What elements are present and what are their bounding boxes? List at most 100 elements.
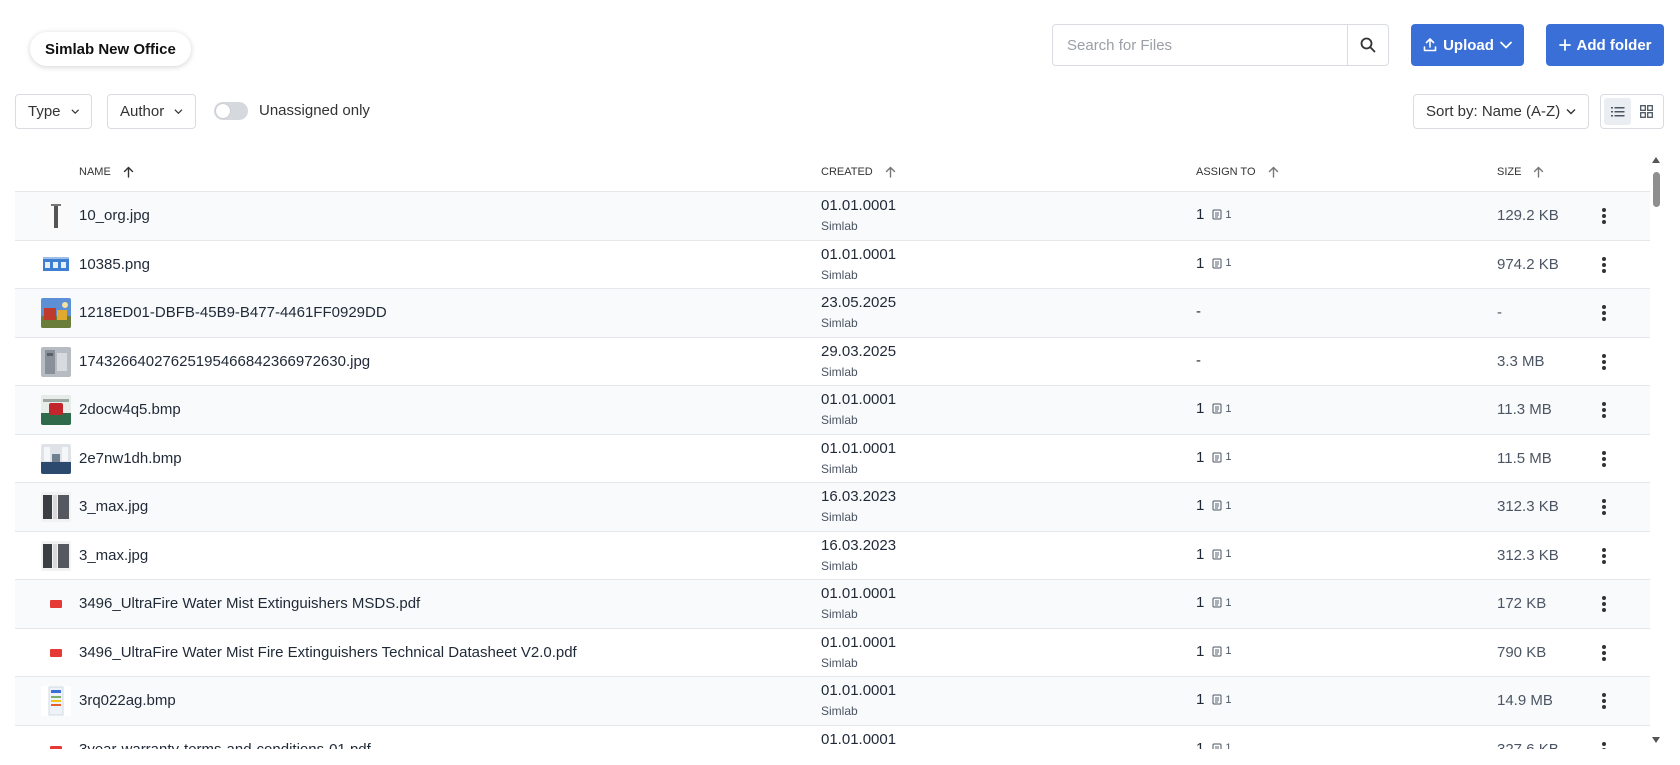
workspace-chip[interactable]: Simlab New Office (30, 32, 191, 66)
type-filter-label: Type (28, 103, 61, 120)
upload-icon (1423, 38, 1437, 52)
sort-label: Sort by: Name (A-Z) (1426, 103, 1561, 120)
kebab-dot (1602, 365, 1606, 370)
assign-count: 1 (1196, 545, 1205, 563)
kebab-dot (1602, 499, 1606, 503)
sort-dropdown[interactable]: Sort by: Name (A-Z) (1413, 94, 1589, 129)
scrollbar[interactable] (1652, 157, 1662, 749)
kebab-dot (1602, 462, 1606, 467)
kebab-dot (1602, 602, 1606, 606)
table-row[interactable]: 2e7nw1dh.bmp 01.01.0001 Simlab 1 1 11.5 MB (15, 434, 1650, 483)
table-row[interactable]: 1218ED01-DBFB-45B9-B477-4461FF0929DD 23.0… (15, 289, 1650, 338)
assign-cell[interactable]: 11 (1196, 740, 1231, 749)
scroll-up-arrow[interactable] (1652, 157, 1660, 163)
more-options-button[interactable] (1599, 545, 1609, 567)
assign-cell[interactable]: 11 (1196, 691, 1231, 708)
grid-view-button[interactable] (1633, 98, 1660, 125)
file-name[interactable]: 10385.png (79, 256, 150, 273)
kebab-dot (1602, 559, 1606, 564)
kebab-dot (1602, 317, 1606, 321)
more-options-button[interactable] (1599, 399, 1609, 421)
file-name[interactable]: 3rq022ag.bmp (79, 692, 176, 709)
created-by: Simlab (821, 219, 858, 233)
list-view-button[interactable] (1604, 98, 1631, 125)
column-header-created[interactable]: CREATED (821, 166, 896, 178)
column-header-size[interactable]: SIZE (1497, 166, 1544, 178)
file-name[interactable]: 3year-warranty-terms-and-conditions-01.p… (79, 741, 371, 750)
column-header-name[interactable]: NAME (79, 166, 134, 178)
table-row[interactable]: 3rq022ag.bmp 01.01.0001 Simlab 1 1 14.9 MB (15, 677, 1650, 726)
created-by: Simlab (821, 316, 858, 330)
assign-cell[interactable]: 11 (1196, 206, 1231, 223)
kebab-dot (1602, 705, 1606, 709)
assign-cell[interactable]: - (1196, 303, 1201, 320)
more-options-button[interactable] (1599, 690, 1609, 712)
type-filter[interactable]: Type (15, 94, 92, 129)
file-name[interactable]: 2e7nw1dh.bmp (79, 450, 182, 467)
file-name[interactable]: 3_max.jpg (79, 498, 148, 515)
sort-up-icon (1268, 166, 1278, 178)
author-filter[interactable]: Author (107, 94, 196, 129)
unassigned-toggle[interactable] (214, 102, 248, 120)
table-row[interactable]: 3_max.jpg 16.03.2023 Simlab 1 1 312.3 KB (15, 531, 1650, 580)
assign-cell[interactable]: 11 (1196, 400, 1231, 417)
more-options-button[interactable] (1599, 351, 1609, 373)
table-row[interactable]: 3year-warranty-terms-and-conditions-01.p… (15, 725, 1650, 750)
image-thumbnail-icon (41, 298, 71, 328)
file-name[interactable]: 10_org.jpg (79, 207, 150, 224)
more-options-button[interactable] (1599, 205, 1609, 227)
table-row[interactable]: 3_max.jpg 16.03.2023 Simlab 1 1 312.3 KB (15, 483, 1650, 532)
add-folder-button[interactable]: Add folder (1546, 24, 1664, 66)
table-row[interactable]: 3496_UltraFire Water Mist Fire Extinguis… (15, 628, 1650, 677)
assign-cell[interactable]: 11 (1196, 255, 1231, 272)
scroll-thumb[interactable] (1653, 172, 1660, 207)
assign-cell[interactable]: - (1196, 352, 1201, 369)
more-options-button[interactable] (1599, 302, 1609, 324)
kebab-dot (1602, 450, 1606, 455)
file-name[interactable]: 3496_UltraFire Water Mist Fire Extinguis… (79, 644, 577, 661)
view-switcher (1600, 94, 1664, 129)
kebab-dot (1602, 359, 1606, 364)
file-name[interactable]: 2docw4q5.bmp (79, 401, 181, 418)
assign-cell[interactable]: 11 (1196, 449, 1231, 466)
file-thumbnail (41, 395, 71, 425)
file-thumbnail (41, 249, 71, 280)
more-options-button[interactable] (1599, 448, 1609, 470)
scroll-down-arrow[interactable] (1652, 737, 1660, 743)
file-thumbnail (41, 735, 71, 749)
document-icon (1212, 258, 1222, 268)
image-thumbnail-icon (41, 492, 71, 522)
table-row[interactable]: 10385.png 01.01.0001 Simlab 1 1 974.2 KB (15, 240, 1650, 289)
plus-icon (1558, 39, 1571, 51)
search-input[interactable] (1053, 25, 1347, 65)
file-name[interactable]: 1218ED01-DBFB-45B9-B477-4461FF0929DD (79, 304, 387, 321)
more-options-button[interactable] (1599, 642, 1609, 664)
more-options-button[interactable] (1599, 496, 1609, 518)
assign-cell[interactable]: 11 (1196, 546, 1231, 563)
document-icon (1212, 500, 1222, 511)
document-icon (1212, 452, 1222, 462)
file-thumbnail (41, 443, 71, 474)
more-options-button[interactable] (1599, 593, 1609, 615)
search-button[interactable] (1347, 25, 1388, 65)
table-row[interactable]: 3496_UltraFire Water Mist Extinguishers … (15, 580, 1650, 629)
assign-cell[interactable]: 11 (1196, 497, 1231, 514)
table-row[interactable]: 2docw4q5.bmp 01.01.0001 Simlab 1 1 11.3 MB (15, 386, 1650, 435)
kebab-dot (1602, 262, 1606, 267)
assign-count: 1 (1196, 448, 1205, 466)
more-options-button[interactable] (1599, 739, 1609, 749)
column-header-assign-label: ASSIGN TO (1196, 166, 1256, 178)
upload-button[interactable]: Upload (1411, 24, 1524, 66)
file-name[interactable]: 17432664027625195466842366972630.jpg (79, 353, 370, 370)
more-options-button[interactable] (1599, 254, 1609, 276)
document-icon (1212, 743, 1222, 749)
column-header-assign[interactable]: ASSIGN TO (1196, 166, 1279, 178)
created-by: Simlab (821, 267, 858, 282)
assign-cell[interactable]: 11 (1196, 643, 1231, 660)
table-row[interactable]: 17432664027625195466842366972630.jpg 29.0… (15, 337, 1650, 386)
assign-cell[interactable]: 11 (1196, 594, 1231, 611)
file-name[interactable]: 3496_UltraFire Water Mist Extinguishers … (79, 595, 420, 612)
file-name[interactable]: 3_max.jpg (79, 547, 148, 564)
document-icon (1212, 209, 1222, 220)
table-row[interactable]: 10_org.jpg 01.01.0001 Simlab 1 1 129.2 KB (15, 192, 1650, 241)
